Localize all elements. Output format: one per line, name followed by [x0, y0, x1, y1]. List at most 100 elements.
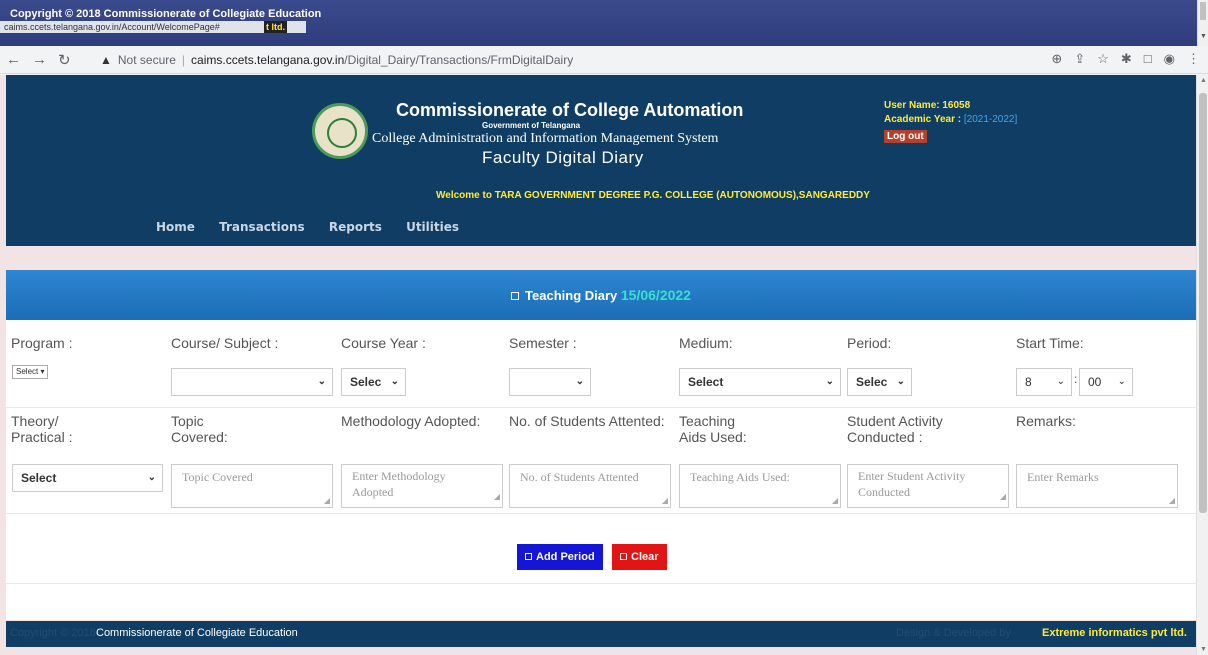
address-separator: | [181, 53, 186, 67]
telangana-emblem-icon [312, 103, 368, 159]
course-year-select[interactable]: Selec ⌄ [341, 368, 406, 396]
overlay-copyright: Copyright © 2018 Commissionerate of Coll… [10, 8, 322, 20]
remarks-input[interactable]: Enter Remarks ◢ [1016, 464, 1178, 508]
user-name-label: User Name: [884, 100, 940, 111]
teaching-aids-label: Teaching Aids Used: [679, 413, 747, 445]
aids-placeholder: Teaching Aids Used: [690, 470, 790, 484]
forward-arrow-icon[interactable]: → [32, 51, 47, 68]
resize-grip-icon[interactable]: ◢ [324, 496, 330, 505]
medium-select[interactable]: Select ⌄ [679, 368, 841, 396]
page-viewport: Commissionerate of College Automation Go… [0, 75, 1208, 655]
chevron-up-icon[interactable]: ▲ [1200, 77, 1207, 84]
resize-grip-icon[interactable]: ◢ [1000, 489, 1006, 505]
chevron-down-icon[interactable]: ▼ [1200, 33, 1207, 40]
page-scrollbar[interactable]: ▲ ▼ [1196, 75, 1208, 655]
book-icon [511, 292, 520, 300]
course-year-select-value: Selec [350, 375, 382, 389]
topic-label-line2: Covered: [171, 429, 228, 445]
clear-button[interactable]: Clear [612, 544, 667, 570]
menu-home[interactable]: Home [156, 220, 195, 234]
medium-select-value: Select [688, 375, 724, 389]
course-select[interactable]: ⌄ [171, 368, 333, 396]
theory-practical-label: Theory/Practical : [11, 413, 73, 445]
profile-avatar-icon[interactable]: ◉ [1164, 51, 1175, 66]
period-select[interactable]: Selec ⌄ [847, 368, 912, 396]
resize-grip-icon[interactable]: ◢ [832, 496, 838, 505]
panel-header: Teaching Diary 15/06/2022 [6, 270, 1196, 320]
back-arrow-icon[interactable]: ← [6, 51, 21, 68]
menu-transactions[interactable]: Transactions [219, 220, 305, 234]
start-hour-select[interactable]: 8 ⌄ [1016, 368, 1072, 396]
kebab-menu-icon[interactable]: ⋮ [1187, 51, 1200, 66]
reload-icon[interactable]: ↻ [58, 51, 71, 69]
resize-grip-icon[interactable]: ◢ [1169, 496, 1175, 505]
activity-label-line1: Student Activity [847, 413, 943, 429]
course-year-label: Course Year : [341, 335, 426, 351]
page-scroll-thumb[interactable] [1199, 93, 1207, 513]
zoom-icon[interactable]: ⊕ [1051, 51, 1062, 66]
menu-utilities[interactable]: Utilities [406, 220, 459, 234]
theory-select-value: Select [21, 471, 57, 485]
student-activity-input[interactable]: Enter Student Activity Conducted ◢ [847, 464, 1009, 508]
students-attended-input[interactable]: No. of Students Attented ◢ [509, 464, 671, 508]
methodology-input[interactable]: Enter Methodology Adopted ◢ [341, 464, 503, 508]
site-footer: Copyright © 2018 Commissionerate of Coll… [6, 621, 1196, 647]
clear-label: Clear [631, 551, 659, 563]
footer-copyright-faint: Copyright © 2018 [10, 627, 96, 639]
user-name: User Name: 16058 [884, 100, 970, 111]
program-label: Program : [11, 335, 73, 351]
side-panel-icon[interactable]: □ [1144, 51, 1152, 66]
browser-actions: ⊕ ⇪ ☆ ✱ □ ◉ ⋮ [1039, 51, 1200, 67]
methodology-placeholder-2: Adopted [352, 485, 394, 499]
share-icon[interactable]: ⇪ [1074, 51, 1085, 66]
theory-label-line1: Theory/ [11, 413, 59, 429]
chevron-down-icon: ⌄ [317, 376, 326, 387]
remarks-label: Remarks: [1016, 413, 1076, 429]
outer-scroll-thumb[interactable] [1200, 2, 1206, 20]
chevron-down-icon: ⌄ [575, 376, 584, 387]
aids-label-line1: Teaching [679, 413, 736, 429]
period-label: Period: [847, 335, 892, 351]
theory-practical-select[interactable]: Select ⌄ [12, 464, 163, 492]
clear-icon [620, 553, 627, 560]
course-year-label-text: Course Year [341, 335, 419, 351]
site-header: Commissionerate of College Automation Go… [6, 75, 1196, 246]
module-title: Faculty Digital Diary [482, 148, 644, 167]
academic-year-label: Academic Year : [884, 114, 962, 125]
row-divider [6, 583, 1196, 584]
outer-scrollbar[interactable]: ▼ [1197, 0, 1208, 46]
topic-placeholder: Topic Covered [182, 470, 253, 484]
address-bar[interactable]: ▲ Not secure | caims.ccets.telangana.gov.in… [92, 49, 997, 71]
student-activity-label: Student Activity Conducted : [847, 413, 943, 445]
medium-label: Medium: [679, 335, 733, 351]
chevron-down-icon: ⌄ [1056, 376, 1065, 387]
course-label: Course/ Subject : [171, 335, 279, 351]
start-minute-select[interactable]: 00 ⌄ [1079, 368, 1133, 396]
activity-placeholder-1: Enter Student Activity [858, 469, 966, 483]
extensions-icon[interactable]: ✱ [1121, 51, 1132, 66]
teaching-aids-input[interactable]: Teaching Aids Used: ◢ [679, 464, 841, 508]
chevron-down-icon[interactable]: ▼ [1200, 646, 1207, 653]
chevron-down-icon: ⌄ [896, 376, 905, 387]
program-select-value: Select [16, 367, 39, 376]
footer-developer-faint: Design & Developed by [896, 627, 1011, 639]
bookmark-star-icon[interactable]: ☆ [1097, 51, 1109, 66]
program-select[interactable]: Select ▾ [12, 365, 49, 379]
start-hour-value: 8 [1025, 375, 1032, 389]
government-label: Government of Telangana [482, 121, 581, 130]
resize-grip-icon[interactable]: ◢ [494, 489, 500, 505]
status-overlay: Copyright © 2018 Commissionerate of Coll… [0, 0, 1197, 46]
row-divider [6, 407, 1196, 408]
welcome-prefix: Welcome to [436, 190, 492, 201]
chevron-down-icon: ⌄ [825, 376, 834, 387]
logout-button[interactable]: Log out [884, 130, 927, 143]
semester-select[interactable]: ⌄ [509, 368, 591, 396]
start-minute-value: 00 [1088, 375, 1102, 389]
footer-developer[interactable]: Extreme informatics pvt ltd. [1042, 627, 1187, 639]
browser-toolbar: ← → ↻ ▲ Not secure | caims.ccets.telangana.… [0, 46, 1208, 74]
resize-grip-icon[interactable]: ◢ [662, 496, 668, 505]
welcome-message: Welcome to TARA GOVERNMENT DEGREE P.G. C… [436, 190, 870, 201]
add-period-button[interactable]: Add Period [517, 544, 603, 570]
topic-covered-input[interactable]: Topic Covered ◢ [171, 464, 333, 508]
menu-reports[interactable]: Reports [329, 220, 382, 234]
